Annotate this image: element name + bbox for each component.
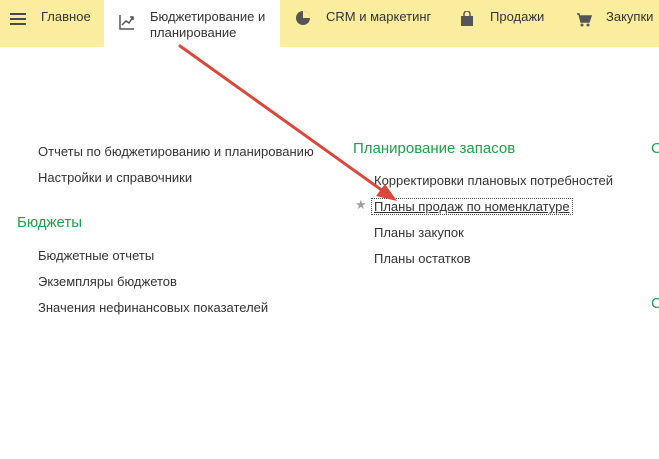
link-nonfinancial-values[interactable]: Значения нефинансовых показателей: [38, 300, 268, 315]
tab-crm-marketing[interactable]: CRM и маркетинг: [280, 0, 440, 47]
tab-purchases-label: Закупки: [606, 9, 654, 24]
menu-icon[interactable]: [10, 13, 26, 29]
link-budget-reports[interactable]: Бюджетные отчеты: [38, 248, 154, 263]
section-title-inventory-planning: Планирование запасов: [353, 140, 516, 157]
tab-purchases[interactable]: Закупки: [560, 0, 659, 47]
favorite-star-icon[interactable]: ★: [355, 197, 367, 213]
tab-budgeting-planning-label: Бюджетирование и планирование: [150, 9, 266, 40]
section-title-partial-2: С: [651, 295, 659, 312]
top-navigation-bar: Главное Бюджетирование и планирование CR…: [0, 0, 659, 47]
link-settings-references[interactable]: Настройки и справочники: [38, 170, 192, 185]
link-purchase-plans[interactable]: Планы закупок: [374, 225, 464, 240]
budget-chart-icon: [118, 13, 136, 34]
link-plan-demand-adjustments[interactable]: Корректировки плановых потребностей: [374, 173, 613, 188]
link-budget-reports-planning[interactable]: Отчеты по бюджетированию и планированию: [38, 144, 314, 159]
pie-chart-icon: [295, 10, 311, 29]
tab-main[interactable]: Главное: [34, 0, 104, 47]
section-title-partial-1: С: [651, 140, 659, 157]
cart-icon: [576, 12, 593, 31]
tab-crm-marketing-label: CRM и маркетинг: [326, 9, 432, 24]
tab-main-label: Главное: [41, 9, 91, 24]
tab-budgeting-planning[interactable]: Бюджетирование и планирование: [104, 0, 280, 47]
tab-sales[interactable]: Продажи: [440, 0, 560, 47]
tab-sales-label: Продажи: [490, 9, 545, 24]
link-sales-plans-by-item[interactable]: Планы продаж по номенклатуре: [371, 198, 573, 215]
shopping-bag-icon: [460, 10, 474, 30]
annotation-arrow: [178, 44, 397, 201]
link-budget-instances[interactable]: Экземпляры бюджетов: [38, 274, 177, 289]
link-stock-plans[interactable]: Планы остатков: [374, 251, 471, 266]
section-title-budgets: Бюджеты: [17, 214, 83, 231]
